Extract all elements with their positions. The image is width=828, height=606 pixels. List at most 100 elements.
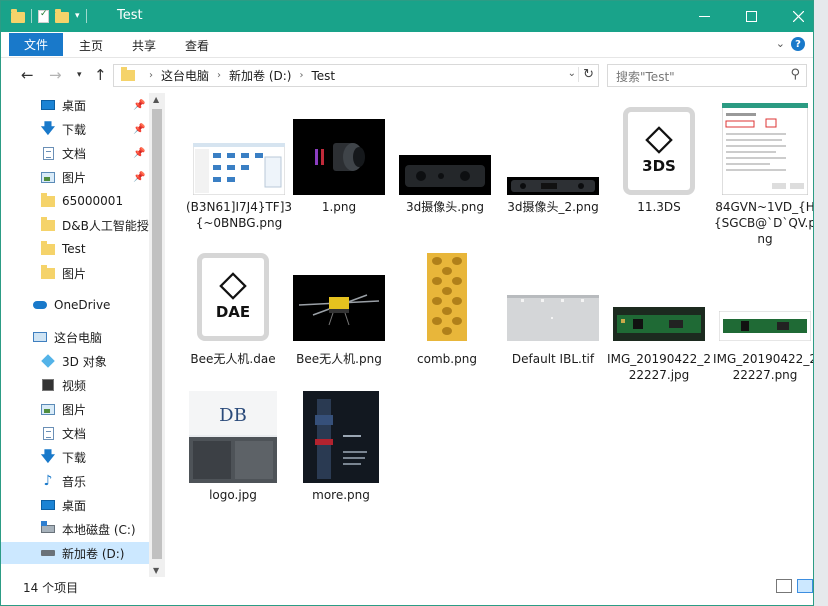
new-folder-icon[interactable] (55, 8, 69, 23)
breadcrumb-test[interactable]: Test (311, 69, 335, 83)
address-dropdown-icon[interactable]: ⌄ (568, 68, 576, 79)
sidebar-item-drive-d[interactable]: 新加卷 (D:) (1, 542, 149, 564)
sidebar-item-pc-documents[interactable]: 文档 (1, 422, 149, 444)
recent-locations-icon[interactable]: ▾ (77, 70, 82, 80)
download-icon: 🡇 (40, 448, 56, 465)
3d-objects-icon (41, 354, 55, 368)
video-icon (42, 379, 54, 391)
up-arrow-icon[interactable]: ↑ (94, 66, 107, 84)
forward-arrow-icon[interactable]: → (49, 66, 62, 84)
sidebar-item-test[interactable]: Test (1, 238, 149, 260)
cube-icon (219, 272, 247, 300)
sidebar-item-label: 下载 (62, 122, 87, 137)
sidebar-item-videos[interactable]: 视频 (1, 374, 149, 396)
sidebar-item-local-disk-c[interactable]: 本地磁盘 (C:) (1, 518, 149, 540)
sidebar-item-onedrive[interactable]: OneDrive (1, 294, 149, 316)
sidebar-item-pc-desktop[interactable]: 桌面 (1, 494, 149, 516)
folder-icon (41, 216, 55, 231)
document-icon (42, 426, 54, 440)
search-placeholder: 搜索"Test" (616, 70, 675, 84)
minimize-button[interactable] (681, 1, 727, 32)
sidebar-item-label: Test (62, 242, 86, 256)
tab-share[interactable]: 共享 (132, 37, 156, 54)
sidebar-item-pictures-folder[interactable]: 图片 (1, 262, 149, 284)
pin-icon[interactable]: 📌 (133, 172, 145, 183)
file-explorer-window: ▾ Test 文件 主页 共享 查看 ⌄ ? ← → ▾ ↑ › 这台电脑 › (0, 0, 814, 606)
sidebar-item-label: 下载 (62, 450, 87, 465)
sidebar-item-label: 音乐 (62, 474, 87, 489)
sidebar-item-music[interactable]: ♪ 音乐 (1, 470, 149, 492)
close-button[interactable] (775, 1, 813, 32)
scroll-up-icon[interactable]: ▲ (153, 95, 159, 104)
tab-file[interactable]: 文件 (9, 33, 63, 56)
expand-ribbon-icon[interactable]: ⌄ (776, 37, 785, 50)
file-thumbnail (500, 103, 606, 195)
sidebar-item-3d-objects[interactable]: 3D 对象 (1, 350, 149, 372)
folder-icon (11, 8, 25, 23)
file-list: (B3N61]I7J4}TF]3{~0BNBG.png 1.png 3d摄像头.… (166, 93, 813, 567)
address-bar[interactable]: › 这台电脑 › 新加卷 (D:) › Test ⌄ ↻ (113, 64, 599, 87)
breadcrumb-this-pc[interactable]: 这台电脑 (161, 67, 209, 84)
chevron-right-icon[interactable]: › (217, 70, 221, 81)
file-thumbnail (288, 391, 394, 483)
honeycomb-thumbnail (427, 253, 467, 341)
sidebar-scrollbar[interactable]: ▲ ▼ (149, 93, 165, 577)
file-thumbnail (606, 249, 712, 341)
computer-icon (33, 332, 47, 342)
search-input[interactable]: 搜索"Test" ⚲ (607, 64, 807, 87)
scrollbar-thumb[interactable] (152, 109, 162, 559)
maximize-button[interactable] (728, 1, 774, 32)
file-name: comb.png (417, 352, 477, 366)
minimize-icon (698, 15, 710, 17)
tab-home[interactable]: 主页 (79, 37, 103, 54)
sidebar-item-label: 桌面 (62, 98, 87, 113)
sidebar-item-pictures[interactable]: 图片 📌 (1, 166, 149, 188)
pin-icon[interactable]: 📌 (133, 148, 145, 159)
sidebar-item-label: 图片 (62, 170, 87, 185)
item-count: 14 个项目 (23, 581, 79, 595)
details-view-icon[interactable] (776, 579, 792, 593)
properties-icon[interactable] (38, 9, 49, 23)
sidebar-item-65000001[interactable]: 65000001 (1, 190, 149, 212)
customize-toolbar-icon[interactable]: ▾ (75, 11, 80, 21)
sidebar-item-label: 视频 (62, 378, 87, 393)
file-thumbnail: DB (180, 391, 286, 483)
sidebar-item-this-pc[interactable]: 这台电脑 (1, 326, 149, 348)
drone-thumbnail (293, 275, 385, 341)
sidebar-item-pc-downloads[interactable]: 🡇 下载 (1, 446, 149, 468)
refresh-icon[interactable]: ↻ (578, 67, 594, 82)
cloud-icon (33, 301, 47, 309)
breadcrumb-drive-d[interactable]: 新加卷 (D:) (229, 67, 291, 84)
lens-thumbnail (293, 119, 385, 195)
sidebar-item-label: 图片 (62, 266, 87, 281)
help-icon[interactable]: ? (791, 37, 805, 51)
tab-view[interactable]: 查看 (185, 37, 209, 54)
desktop-background (814, 0, 828, 606)
music-icon: ♪ (43, 472, 53, 489)
cube-icon (645, 126, 673, 154)
document-icon (42, 146, 54, 160)
file-name: logo.jpg (209, 488, 257, 502)
sidebar-item-documents[interactable]: 文档 📌 (1, 142, 149, 164)
navigation-bar: ← → ▾ ↑ › 这台电脑 › 新加卷 (D:) › Test ⌄ ↻ 搜索"… (1, 58, 813, 92)
pin-icon[interactable]: 📌 (133, 100, 145, 111)
file-thumbnail (286, 249, 392, 341)
status-bar: 14 个项目 (1, 567, 813, 605)
desktop-icon (41, 100, 55, 110)
pcb-photo-thumbnail (613, 307, 705, 341)
large-icons-view-icon[interactable] (797, 579, 813, 593)
file-thumbnail: 3DS (606, 103, 712, 195)
chevron-right-icon[interactable]: › (299, 70, 303, 81)
close-icon (792, 11, 804, 22)
chevron-right-icon[interactable]: › (149, 70, 153, 81)
sidebar-item-label: 本地磁盘 (C:) (62, 522, 136, 537)
sidebar-item-pc-pictures[interactable]: 图片 (1, 398, 149, 420)
sidebar-item-label: OneDrive (54, 298, 111, 312)
sidebar-item-desktop[interactable]: 桌面 📌 (1, 94, 149, 116)
sidebar-item-downloads[interactable]: 🡇 下载 📌 (1, 118, 149, 140)
pcb-image-thumbnail (719, 311, 811, 341)
sidebar-item-db-ai[interactable]: D&B人工智能授 (1, 214, 149, 236)
sidebar-item-label: 桌面 (62, 498, 87, 513)
pin-icon[interactable]: 📌 (133, 124, 145, 135)
back-arrow-icon[interactable]: ← (21, 66, 34, 84)
